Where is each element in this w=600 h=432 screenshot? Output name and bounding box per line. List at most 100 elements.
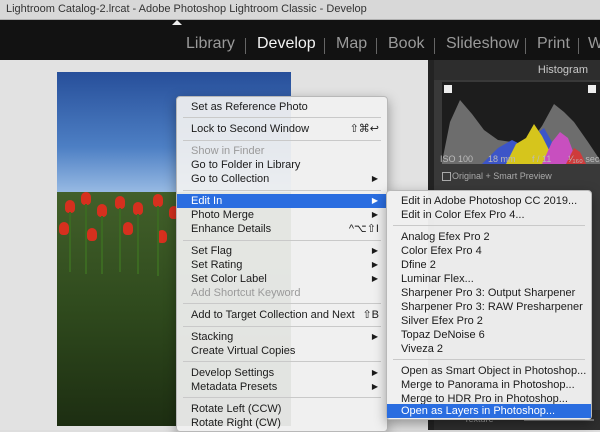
- menu-item-label: Create Virtual Copies: [191, 345, 296, 357]
- menu-item-label: Set Rating: [191, 259, 243, 271]
- module-separator: [525, 38, 526, 54]
- menu-item-develop-settings[interactable]: Develop Settings ▶: [177, 366, 387, 380]
- menu-separator: [393, 359, 585, 360]
- submenu-item-luminar-flex[interactable]: Luminar Flex...: [387, 272, 591, 286]
- menu-item-label: Show in Finder: [191, 145, 265, 157]
- submenu-item-sharpener-output[interactable]: Sharpener Pro 3: Output Sharpener: [387, 286, 591, 300]
- tulip: [87, 228, 97, 241]
- submenu-item-color-efex[interactable]: Color Efex Pro 4: [387, 244, 591, 258]
- menu-shortcut: ^⌥⇧I: [348, 223, 379, 235]
- module-separator: [324, 38, 325, 54]
- tulip-stem: [157, 206, 159, 276]
- tulip-stem: [85, 204, 87, 274]
- module-book[interactable]: Book: [388, 35, 424, 53]
- menu-item-label: Set Flag: [191, 245, 232, 257]
- menu-item-lock-second-window[interactable]: Lock to Second Window ⇧⌘↩: [177, 122, 387, 136]
- menu-item-set-flag[interactable]: Set Flag ▶: [177, 244, 387, 258]
- tulip: [123, 222, 133, 235]
- submenu-item-analog-efex[interactable]: Analog Efex Pro 2: [387, 230, 591, 244]
- submenu-item-edit-color-efex[interactable]: Edit in Color Efex Pro 4...: [387, 208, 591, 222]
- menu-item-set-color-label[interactable]: Set Color Label ▶: [177, 272, 387, 286]
- menu-separator: [183, 303, 381, 304]
- module-separator: [434, 38, 435, 54]
- submenu-item-edit-photoshop[interactable]: Edit in Adobe Photoshop CC 2019...: [387, 194, 591, 208]
- module-library[interactable]: Library: [186, 35, 235, 53]
- histogram-header[interactable]: Histogram: [434, 60, 600, 80]
- shadow-clipping-icon[interactable]: [444, 85, 452, 93]
- submenu-arrow-icon: ▶: [371, 274, 378, 283]
- menu-separator: [393, 225, 585, 226]
- module-print[interactable]: Print: [537, 35, 570, 53]
- menu-item-label: Lock to Second Window: [191, 123, 310, 135]
- histogram-graph: [442, 82, 600, 164]
- submenu-item-label: Open as Smart Object in Photoshop...: [401, 365, 587, 377]
- submenu-item-merge-panorama[interactable]: Merge to Panorama in Photoshop...: [387, 378, 591, 392]
- collapse-top-panel-icon[interactable]: [172, 20, 182, 25]
- menu-item-rotate-left[interactable]: Rotate Left (CCW): [177, 402, 387, 416]
- menu-item-rotate-right[interactable]: Rotate Right (CW): [177, 416, 387, 430]
- menu-item-add-target-collection[interactable]: Add to Target Collection and Next ⇧B: [177, 308, 387, 322]
- tulip-stem: [137, 214, 139, 274]
- submenu-item-label: Silver Efex Pro 2: [401, 315, 483, 327]
- module-picker: Library Develop Map Book Slideshow Print…: [0, 20, 600, 60]
- menu-item-stacking[interactable]: Stacking ▶: [177, 330, 387, 344]
- menu-item-label: Rotate Left (CCW): [191, 403, 282, 415]
- submenu-item-viveza[interactable]: Viveza 2: [387, 342, 591, 356]
- histogram-title: Histogram: [537, 64, 588, 76]
- menu-item-go-to-folder[interactable]: Go to Folder in Library: [177, 158, 387, 172]
- submenu-item-smart-object[interactable]: Open as Smart Object in Photoshop...: [387, 364, 591, 378]
- menu-separator: [183, 326, 381, 327]
- submenu-arrow-icon: ▶: [371, 368, 378, 377]
- submenu-item-label: Open as Layers in Photoshop...: [401, 405, 556, 417]
- module-separator: [376, 38, 377, 54]
- smart-preview-icon[interactable]: [442, 172, 451, 181]
- submenu-arrow-icon: ▶: [371, 210, 378, 219]
- menu-item-label: Enhance Details: [191, 223, 272, 235]
- menu-item-label: Metadata Presets: [191, 381, 278, 393]
- module-slideshow[interactable]: Slideshow: [446, 35, 519, 53]
- menu-item-label: Go to Folder in Library: [191, 159, 301, 171]
- menu-item-enhance-details[interactable]: Enhance Details ^⌥⇧I: [177, 222, 387, 236]
- menu-separator: [183, 190, 381, 191]
- menu-item-label: Edit In: [191, 195, 223, 207]
- menu-item-edit-in[interactable]: Edit In ▶: [177, 194, 387, 208]
- menu-item-add-shortcut-keyword: Add Shortcut Keyword: [177, 286, 387, 300]
- menu-item-metadata-presets[interactable]: Metadata Presets ▶: [177, 380, 387, 394]
- menu-item-label: Add to Target Collection and Next: [191, 309, 355, 321]
- module-map[interactable]: Map: [336, 35, 367, 53]
- submenu-item-label: Luminar Flex...: [401, 273, 474, 285]
- window-title: Lightroom Catalog-2.lrcat - Adobe Photos…: [6, 3, 367, 15]
- submenu-item-silver-efex[interactable]: Silver Efex Pro 2: [387, 314, 591, 328]
- tulip-stem: [101, 216, 103, 274]
- menu-item-go-to-collection[interactable]: Go to Collection ▶: [177, 172, 387, 186]
- submenu-item-label: Merge to Panorama in Photoshop...: [401, 379, 575, 391]
- submenu-item-label: Color Efex Pro 4: [401, 245, 482, 257]
- smart-preview-status: Original + Smart Preview: [452, 171, 552, 181]
- menu-separator: [183, 140, 381, 141]
- submenu-item-dfine[interactable]: Dfine 2: [387, 258, 591, 272]
- menu-item-create-virtual-copies[interactable]: Create Virtual Copies: [177, 344, 387, 358]
- menu-item-photo-merge[interactable]: Photo Merge ▶: [177, 208, 387, 222]
- menu-item-label: Go to Collection: [191, 173, 270, 185]
- tulip-stem: [119, 208, 121, 272]
- submenu-item-label: Sharpener Pro 3: Output Sharpener: [401, 287, 576, 299]
- submenu-item-open-as-layers[interactable]: Open as Layers in Photoshop...: [387, 404, 591, 418]
- menu-item-label: Photo Merge: [191, 209, 254, 221]
- module-web[interactable]: W: [588, 35, 600, 53]
- menu-item-set-reference-photo[interactable]: Set as Reference Photo: [177, 100, 387, 114]
- submenu-item-topaz-denoise[interactable]: Topaz DeNoise 6: [387, 328, 591, 342]
- module-develop[interactable]: Develop: [257, 35, 316, 53]
- submenu-item-sharpener-raw[interactable]: Sharpener Pro 3: RAW Presharpener: [387, 300, 591, 314]
- menu-separator: [183, 361, 381, 362]
- menu-item-set-rating[interactable]: Set Rating ▶: [177, 258, 387, 272]
- menu-item-label: Rotate Right (CW): [191, 417, 281, 429]
- menu-item-label: Set as Reference Photo: [191, 101, 308, 113]
- submenu-item-label: Edit in Color Efex Pro 4...: [401, 209, 525, 221]
- highlight-clipping-icon[interactable]: [588, 85, 596, 93]
- submenu-item-label: Analog Efex Pro 2: [401, 231, 490, 243]
- context-menu: Set as Reference Photo Lock to Second Wi…: [176, 96, 388, 432]
- tulip-stem: [69, 212, 71, 272]
- menu-shortcut: ⇧⌘↩: [349, 123, 379, 135]
- module-separator: [578, 38, 579, 54]
- menu-item-label: Add Shortcut Keyword: [191, 287, 301, 299]
